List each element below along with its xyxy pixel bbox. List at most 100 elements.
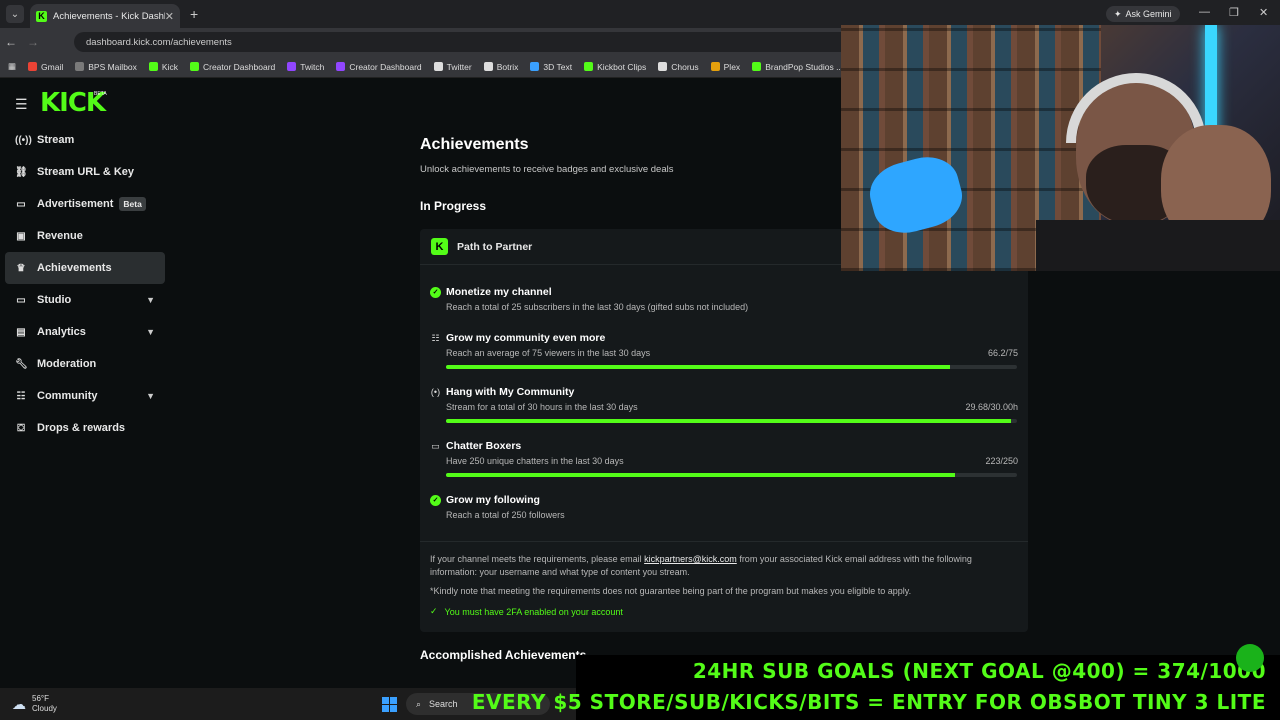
partner-disclaimer: *Kindly note that meeting the requiremen… xyxy=(430,586,912,596)
bookmark-icon xyxy=(336,62,346,71)
ask-gemini-button[interactable]: ✦ Ask Gemini xyxy=(1106,6,1180,22)
apps-grid-icon[interactable]: ▦ xyxy=(8,61,16,72)
bookmark-icon xyxy=(189,62,199,71)
status-dot-icon xyxy=(1236,644,1264,672)
bookmark[interactable]: Creator Dashboard xyxy=(189,62,275,72)
task-name: Monetize my channel xyxy=(446,286,552,298)
new-tab-icon[interactable]: + xyxy=(190,6,198,22)
tab-bar: ⌄ K Achievements - Kick Dashboard ✕ + xyxy=(0,0,1280,28)
bookmark-icon xyxy=(433,62,443,71)
sidebar-item-analytics[interactable]: ▤ Analytics ▼ xyxy=(5,316,165,348)
chat-icon: ▭ xyxy=(431,441,440,451)
sidebar-item-stream[interactable]: ((•)) Stream xyxy=(5,124,165,156)
chevron-down-icon: ▼ xyxy=(146,327,155,337)
link-icon: ⛓ xyxy=(15,166,28,178)
sidebar-item-studio[interactable]: ▭ Studio ▼ xyxy=(5,284,165,316)
hamburger-menu-icon[interactable]: ☰ xyxy=(15,96,28,113)
requirement-text: You must have 2FA enabled on your accoun… xyxy=(444,606,623,617)
bookmark-icon xyxy=(287,62,297,71)
bookmark[interactable]: Kickbot Clips xyxy=(584,62,646,72)
bookmark[interactable]: BrandPop Studios ... xyxy=(752,62,843,72)
chevron-down-icon: ▼ xyxy=(146,295,155,305)
community-icon: ☷ xyxy=(431,333,440,343)
wrench-icon: 🔧︎ xyxy=(15,358,28,370)
sidebar-item-advertisement[interactable]: ▭ Advertisement Beta xyxy=(5,188,165,220)
tab-close-icon[interactable]: ✕ xyxy=(165,10,174,23)
partner-instructions: If your channel meets the requirements, … xyxy=(430,554,972,577)
gemini-sparkle-icon: ✦ xyxy=(1114,8,1122,19)
url-input[interactable]: dashboard.kick.com/achievements xyxy=(74,32,854,52)
weather-widget[interactable]: 56°F Cloudy xyxy=(32,694,57,714)
logo-beta-badge: BETA xyxy=(94,91,107,97)
bookmark-icon xyxy=(75,62,85,71)
window-close-icon[interactable]: ✕ xyxy=(1259,6,1268,19)
progress-track xyxy=(446,473,1017,477)
sidebar-item-moderation[interactable]: 🔧︎ Moderation xyxy=(5,348,165,380)
bookmark-icon xyxy=(658,62,668,71)
accomplished-heading: Accomplished Achievements xyxy=(420,648,587,662)
partner-email-link[interactable]: kickpartners@kick.com xyxy=(644,554,737,564)
weather-condition: Cloudy xyxy=(32,704,57,713)
bookmark[interactable]: BPS Mailbox xyxy=(75,62,137,72)
bookmark-icon xyxy=(28,62,38,71)
task-progress-value: 66.2/75 xyxy=(987,348,1018,358)
search-label: Search xyxy=(429,699,458,709)
streamer-shirt xyxy=(1036,220,1280,271)
gift-icon: ⛋ xyxy=(17,422,25,434)
progress-track xyxy=(446,419,1017,423)
sidebar-item-achievements[interactable]: ♛ Achievements xyxy=(5,252,165,284)
ask-gemini-label: Ask Gemini xyxy=(1125,9,1172,19)
bookmark[interactable]: Gmail xyxy=(28,62,63,72)
bookmark[interactable]: Kick xyxy=(148,62,178,72)
trophy-icon: ♛ xyxy=(16,262,26,274)
bookmark-icon xyxy=(148,62,158,71)
url-text: dashboard.kick.com/achievements xyxy=(86,36,232,48)
bookmark[interactable]: Twitter xyxy=(433,62,472,72)
task-description: Reach an average of 75 viewers in the la… xyxy=(446,348,651,358)
maximize-icon[interactable]: ❐ xyxy=(1229,6,1239,19)
bookmark[interactable]: 3D Text xyxy=(530,62,572,72)
beta-badge: Beta xyxy=(119,197,146,211)
progress-fill xyxy=(446,419,1011,423)
bookmark[interactable]: Plex xyxy=(710,62,740,72)
progress-fill xyxy=(446,473,956,477)
sidebar-nav: ((•)) Stream ⛓ Stream URL & Key ▭ Advertise… xyxy=(5,124,165,444)
bookmark-icon xyxy=(710,62,720,71)
bookmark-icon xyxy=(584,62,594,71)
task-progress-value: 29.68/30.00h xyxy=(965,402,1018,412)
sidebar-item-community[interactable]: ☷ Community ▼ xyxy=(5,380,165,412)
task-description: Have 250 unique chatters in the last 30 … xyxy=(446,456,624,466)
windows-start-icon[interactable] xyxy=(382,697,397,712)
bookmark[interactable]: Twitch xyxy=(287,62,324,72)
back-icon[interactable]: ← xyxy=(0,35,22,49)
search-icon: ⌕ xyxy=(416,698,422,709)
page-title: Achievements xyxy=(420,136,529,153)
check-circle-icon: ✓ xyxy=(430,495,441,506)
sidebar-item-stream-url-key[interactable]: ⛓ Stream URL & Key xyxy=(5,156,165,188)
task-description: Reach a total of 25 subscribers in the l… xyxy=(446,302,749,312)
weather-temp: 56°F xyxy=(32,694,49,703)
progress-fill xyxy=(446,365,951,369)
browser-tab[interactable]: K Achievements - Kick Dashboard ✕ xyxy=(30,4,180,28)
minimize-icon[interactable]: — xyxy=(1199,6,1210,18)
chart-icon: ▤ xyxy=(16,326,26,338)
sidebar-item-revenue[interactable]: ▣ Revenue xyxy=(5,220,165,252)
in-progress-heading: In Progress xyxy=(420,199,487,213)
webcam-overlay xyxy=(841,25,1280,271)
tab-list-button[interactable]: ⌄ xyxy=(6,5,24,23)
task-name: Grow my community even more xyxy=(446,332,606,344)
forward-icon[interactable]: → xyxy=(22,35,44,49)
broadcast-icon: ((•)) xyxy=(15,134,32,146)
task-name: Grow my following xyxy=(446,494,540,506)
card-title: Path to Partner xyxy=(457,240,533,253)
bookmark[interactable]: Chorus xyxy=(658,62,699,72)
check-circle-icon: ✓ xyxy=(430,287,441,298)
cloud-icon: ☁ xyxy=(12,695,26,712)
task-name: Hang with My Community xyxy=(446,386,575,398)
sidebar-item-drops-rewards[interactable]: ⛋ Drops & rewards xyxy=(5,412,165,444)
bookmark[interactable]: Creator Dashboard xyxy=(336,62,422,72)
task-progress-value: 223/250 xyxy=(985,456,1018,466)
monitor-icon: ▭ xyxy=(16,294,26,306)
people-icon: ☷ xyxy=(16,390,26,402)
bookmark[interactable]: Botrix xyxy=(483,62,518,72)
